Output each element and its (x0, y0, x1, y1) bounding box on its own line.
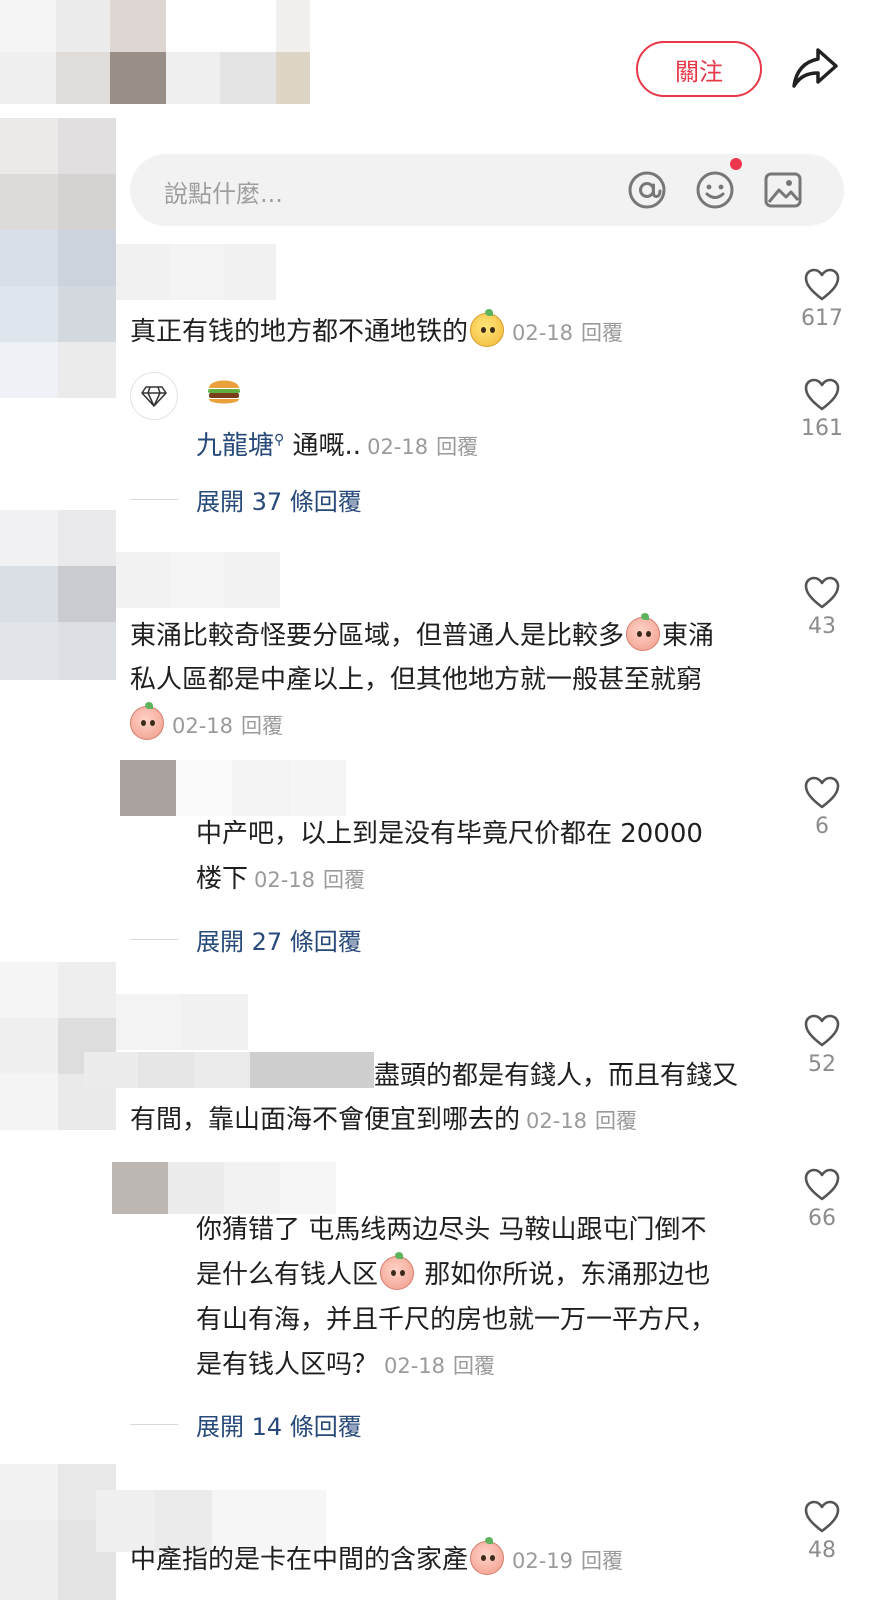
like-button[interactable]: 161 (792, 378, 852, 441)
pixelated-reply-user-2 (120, 760, 346, 816)
diamond-icon (141, 386, 167, 407)
search-icon: ⚲ (274, 432, 285, 448)
pixelated-avatar-2 (0, 510, 116, 680)
comment-text: 中產指的是卡在中間的含家產 02-19 回覆 (130, 1537, 623, 1584)
divider (130, 939, 178, 940)
comment-date: 02-18 (172, 714, 234, 738)
like-button[interactable]: 52 (792, 1014, 852, 1077)
heart-icon (804, 1168, 840, 1201)
reply-text: 九龍塘⚲ 通嘅.. 02-18 回覆 (196, 431, 479, 461)
share-arrow-icon[interactable] (790, 44, 840, 92)
comment-text: 私人區都是中產以上，但其他地方就一般甚至就窮 (130, 665, 703, 695)
shy-emoji-icon (380, 1252, 415, 1290)
like-count: 43 (808, 614, 836, 639)
pixelated-reply-user-3 (112, 1162, 336, 1214)
expand-replies-button[interactable]: 展開 14 條回覆 (130, 1407, 362, 1442)
divider (130, 499, 178, 500)
pixelated-username-3 (116, 994, 248, 1050)
reply-username[interactable]: 九龍塘 (196, 431, 274, 461)
heart-icon (804, 268, 840, 301)
comment-date: 02-19 (512, 1549, 574, 1573)
like-count: 161 (801, 416, 843, 441)
comment-date: 02-18 (526, 1109, 588, 1133)
comment-date: 02-18 (254, 868, 316, 892)
crying-emoji-icon (470, 1537, 505, 1575)
divider (130, 1424, 178, 1425)
reply-text: 你猜错了 屯馬线两边尽头 马鞍山跟屯门倒不 (196, 1215, 707, 1245)
pixelated-username-2 (116, 552, 280, 608)
comment-date: 02-18 (367, 435, 429, 459)
crying-emoji-icon (130, 702, 164, 740)
pixelated-avatar-3 (0, 962, 116, 1130)
comment-input-placeholder: 說點什麼... (164, 180, 283, 208)
reply-button[interactable]: 回覆 (595, 1109, 637, 1133)
pixelated-avatar-1 (0, 118, 116, 398)
reply-text: 中产吧，以上到是没有毕竟尺价都在 20000 (196, 819, 703, 849)
heart-icon (804, 576, 840, 609)
like-button[interactable]: 617 (792, 268, 852, 331)
notification-dot (730, 158, 742, 170)
reply-text: 是有钱人区吗？ 02-18 回覆 (196, 1350, 496, 1380)
pixelated-header-area (0, 0, 310, 104)
reply-text: 楼下 02-18 回覆 (196, 864, 366, 894)
like-count: 48 (808, 1538, 836, 1563)
like-count: 52 (808, 1052, 836, 1077)
at-icon[interactable] (626, 169, 668, 211)
reply-button[interactable]: 回覆 (323, 868, 365, 892)
heart-icon (804, 378, 840, 411)
comment-text: 盡頭的都是有錢人，而且有錢又 (374, 1061, 739, 1091)
like-button[interactable]: 6 (792, 776, 852, 839)
heart-icon (804, 1014, 840, 1047)
reply-button[interactable]: 回覆 (581, 321, 623, 345)
burger-icon (206, 374, 242, 408)
comment-date: 02-18 (384, 1354, 446, 1378)
reply-text: 是什么有钱人区 那如你所说，东涌那边也 (196, 1252, 710, 1298)
reply-button[interactable]: 回覆 (241, 714, 283, 738)
like-button[interactable]: 66 (792, 1168, 852, 1231)
reply-button[interactable]: 回覆 (453, 1354, 495, 1378)
crying-emoji-icon (626, 613, 661, 651)
comment-input[interactable]: 說點什麼... (130, 154, 844, 226)
emoji-icon[interactable] (694, 169, 736, 211)
reply-text: 有山有海，并且千尺的房也就一万一平方尺， (196, 1305, 717, 1335)
pixelated-username-1 (116, 244, 276, 300)
heart-icon (804, 776, 840, 809)
follow-button[interactable]: 關注 (636, 41, 762, 97)
like-count: 66 (808, 1206, 836, 1231)
reply-button[interactable]: 回覆 (436, 435, 478, 459)
avatar[interactable] (130, 372, 178, 420)
like-button[interactable]: 48 (792, 1500, 852, 1563)
expand-replies-button[interactable]: 展開 27 條回覆 (130, 922, 362, 957)
image-icon[interactable] (762, 169, 804, 211)
pixelated-comment-start-3 (84, 1052, 374, 1088)
comment-text: 02-18 回覆 (130, 702, 283, 749)
like-count: 617 (801, 306, 843, 331)
heart-icon (804, 1500, 840, 1533)
comment-text: 東涌比較奇怪要分區域，但普通人是比較多 東涌 (130, 613, 714, 659)
comment-date: 02-18 (512, 321, 574, 345)
comment-text: 真正有钱的地方都不通地铁的 02-18 回覆 (130, 309, 623, 356)
expand-replies-button[interactable]: 展開 37 條回覆 (130, 482, 362, 517)
like-count: 6 (815, 814, 829, 839)
emoji-icon (470, 309, 505, 347)
reply-button[interactable]: 回覆 (581, 1549, 623, 1573)
comment-text: 有間，靠山面海不會便宜到哪去的 02-18 回覆 (130, 1105, 638, 1135)
like-button[interactable]: 43 (792, 576, 852, 639)
